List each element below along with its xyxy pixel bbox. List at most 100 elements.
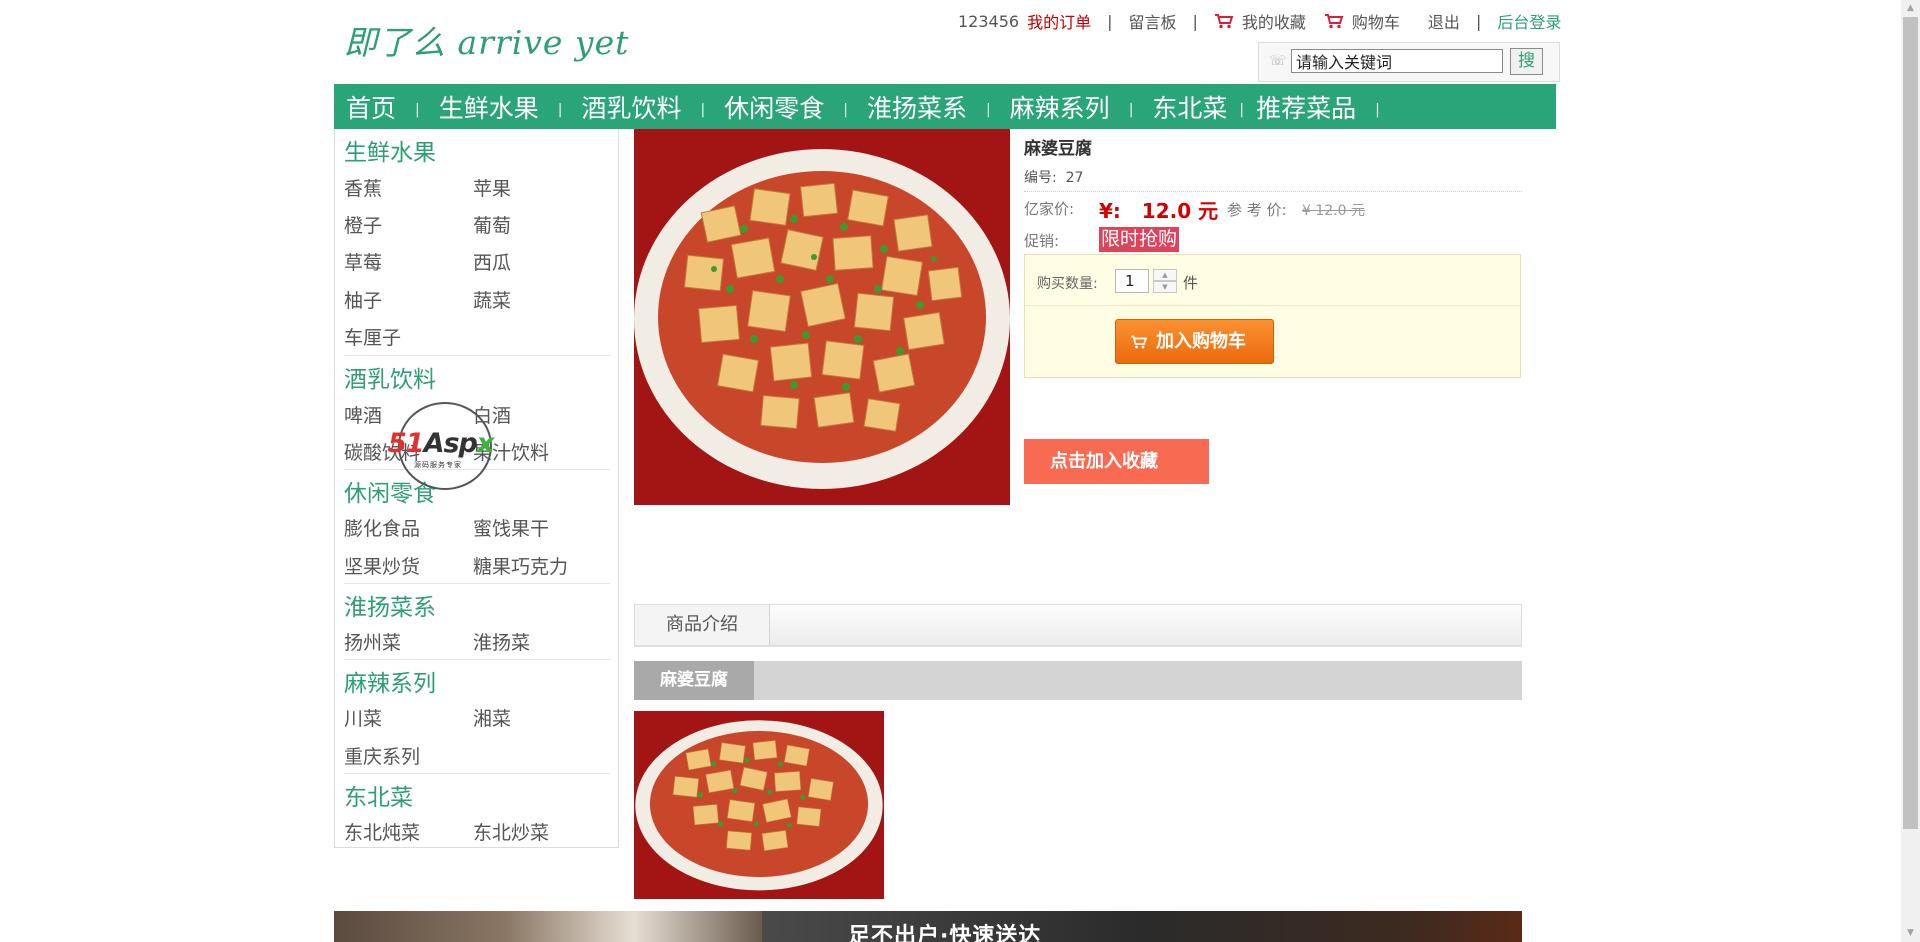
category-item[interactable]: 车厘子 [344, 323, 401, 350]
category-item[interactable]: 东北炖菜 [344, 818, 420, 845]
add-to-cart-label: 加入购物车 [1156, 331, 1246, 352]
category-item[interactable]: 淮扬菜 [473, 628, 530, 655]
nav-item-spicy[interactable]: 麻辣系列 [1010, 89, 1110, 125]
nav-separator: | [843, 101, 848, 118]
category-item[interactable]: 川菜 [344, 704, 382, 731]
cart-icon [1131, 335, 1148, 349]
buy-box-divider [1025, 305, 1520, 306]
cart-link[interactable]: 购物车 [1352, 9, 1400, 33]
category-item[interactable]: 西瓜 [473, 248, 511, 275]
intro-header: 麻婆豆腐 [634, 661, 1522, 700]
tab-product-intro[interactable]: 商品介绍 [635, 605, 770, 645]
category-item[interactable]: 啤酒 [344, 401, 382, 428]
nav-separator: | [985, 101, 991, 118]
nav-item-home[interactable]: 首页 [346, 89, 396, 125]
nav-separator: | [1375, 101, 1380, 118]
site-logo[interactable]: 即了么 arrive yet [344, 16, 629, 64]
category-divider [344, 583, 610, 584]
price-label: 亿家价: [1024, 200, 1075, 218]
category-item[interactable]: 蔬菜 [473, 286, 511, 313]
category-item[interactable]: 湘菜 [473, 704, 511, 731]
cart-icon [1214, 14, 1234, 29]
top-links: 123456 我的订单 | 留言板 | 我的收藏 购物车 退出 | 后台登录 [958, 9, 1561, 33]
add-to-cart-button[interactable]: 加入购物车 [1115, 319, 1274, 364]
product-name: 麻婆豆腐 [1024, 139, 1092, 159]
logout-link[interactable]: 退出 [1428, 9, 1460, 33]
scroll-thumb[interactable] [1903, 17, 1918, 829]
category-item[interactable]: 糖果巧克力 [473, 552, 568, 579]
category-item[interactable]: 橙子 [344, 211, 382, 238]
buy-box: 购买数量: 1 ▲ ▼ 件 加入购物车 [1024, 254, 1521, 378]
category-item[interactable]: 柚子 [344, 286, 382, 313]
quantity-unit: 件 [1183, 274, 1199, 292]
nav-separator: | [1128, 101, 1134, 118]
nav-item-recommended[interactable]: 推荐菜品 [1256, 89, 1356, 125]
intro-image [634, 711, 884, 899]
product-code-label: 编号: [1024, 170, 1057, 186]
search-input[interactable] [1291, 49, 1503, 73]
category-item[interactable]: 东北炒菜 [473, 818, 549, 845]
category-divider [344, 773, 610, 774]
top-separator: | [1192, 11, 1198, 31]
nav-item-drinks[interactable]: 酒乳饮料 [581, 89, 681, 125]
category-item[interactable]: 膨化食品 [344, 514, 420, 541]
watermark-subtitle: 源码服务专家 [414, 461, 462, 469]
watermark-part2: Asp [423, 428, 478, 459]
category-item[interactable]: 蜜饯果干 [473, 514, 549, 541]
top-separator: | [1107, 11, 1113, 31]
quantity-input[interactable]: 1 [1115, 269, 1149, 293]
category-item[interactable]: 香蕉 [344, 174, 382, 201]
my-orders-link[interactable]: 我的订单 [1027, 9, 1091, 33]
product-image[interactable] [634, 129, 1010, 505]
watermark-part1: 51 [388, 428, 425, 459]
nav-item-snacks[interactable]: 休闲零食 [724, 89, 824, 125]
category-title-fresh-fruit[interactable]: 生鲜水果 [344, 133, 436, 167]
add-favorite-button[interactable]: 点击加入收藏 [1024, 439, 1209, 484]
quantity-up-button[interactable]: ▲ [1153, 269, 1177, 281]
ref-price-label: 参 考 价: [1227, 201, 1287, 219]
category-item[interactable]: 草莓 [344, 248, 382, 275]
mapo-tofu-photo [634, 711, 884, 899]
nav-item-fresh-fruit[interactable]: 生鲜水果 [439, 89, 539, 125]
cart-icon [1324, 14, 1344, 29]
category-item[interactable]: 坚果炒货 [344, 552, 420, 579]
product-code-value: 27 [1065, 170, 1084, 186]
scroll-down-arrow[interactable]: ▼ [1901, 925, 1920, 942]
promo-label: 促销: [1024, 232, 1060, 250]
my-favorites-link[interactable]: 我的收藏 [1242, 9, 1306, 33]
scroll-up-arrow[interactable]: ▲ [1901, 0, 1920, 17]
quantity-label: 购买数量: [1037, 276, 1098, 292]
category-item[interactable]: 重庆系列 [344, 742, 420, 769]
nav-separator: | [1239, 101, 1245, 118]
promo-badge: 限时抢购 [1099, 227, 1180, 252]
nav-separator: | [700, 101, 706, 118]
category-item[interactable]: 扬州菜 [344, 628, 401, 655]
info-divider [1024, 191, 1522, 192]
watermark-logo: 51Aspx [388, 428, 494, 459]
category-sidebar: 生鲜水果 香蕉 苹果 橙子 葡萄 草莓 西瓜 柚子 蔬菜 车厘子 酒乳饮料 啤酒… [334, 129, 619, 848]
banner-text: 足不出户·快速送达 [848, 924, 1042, 942]
phone-icon: ☏ [1269, 53, 1287, 69]
watermark-part3: x [476, 428, 494, 459]
nav-item-dongbei[interactable]: 东北菜 [1152, 89, 1227, 125]
nav-separator: | [557, 101, 563, 118]
search-button[interactable]: 搜 [1510, 48, 1543, 75]
category-item[interactable]: 苹果 [473, 174, 511, 201]
category-title-huaiyang[interactable]: 淮扬菜系 [344, 588, 436, 622]
ref-price-value: ¥ 12.0 元 [1302, 203, 1365, 219]
quantity-down-button[interactable]: ▼ [1153, 281, 1177, 293]
category-divider [344, 659, 610, 660]
search-box: ☏ 搜 [1258, 42, 1560, 82]
page-scrollbar[interactable]: ▲ ▼ [1901, 0, 1920, 942]
mapo-tofu-photo [634, 129, 1010, 505]
admin-login-link[interactable]: 后台登录 [1497, 9, 1561, 33]
category-title-spicy[interactable]: 麻辣系列 [344, 664, 436, 698]
guestbook-link[interactable]: 留言板 [1128, 9, 1176, 33]
category-item[interactable]: 葡萄 [473, 211, 511, 238]
promo-banner[interactable]: 足不出户·快速送达 [334, 911, 1522, 942]
nav-separator: | [415, 101, 420, 118]
intro-title: 麻婆豆腐 [634, 661, 754, 700]
nav-item-huaiyang[interactable]: 淮扬菜系 [867, 89, 967, 125]
category-title-drinks[interactable]: 酒乳饮料 [344, 360, 436, 394]
category-title-dongbei[interactable]: 东北菜 [344, 778, 413, 812]
